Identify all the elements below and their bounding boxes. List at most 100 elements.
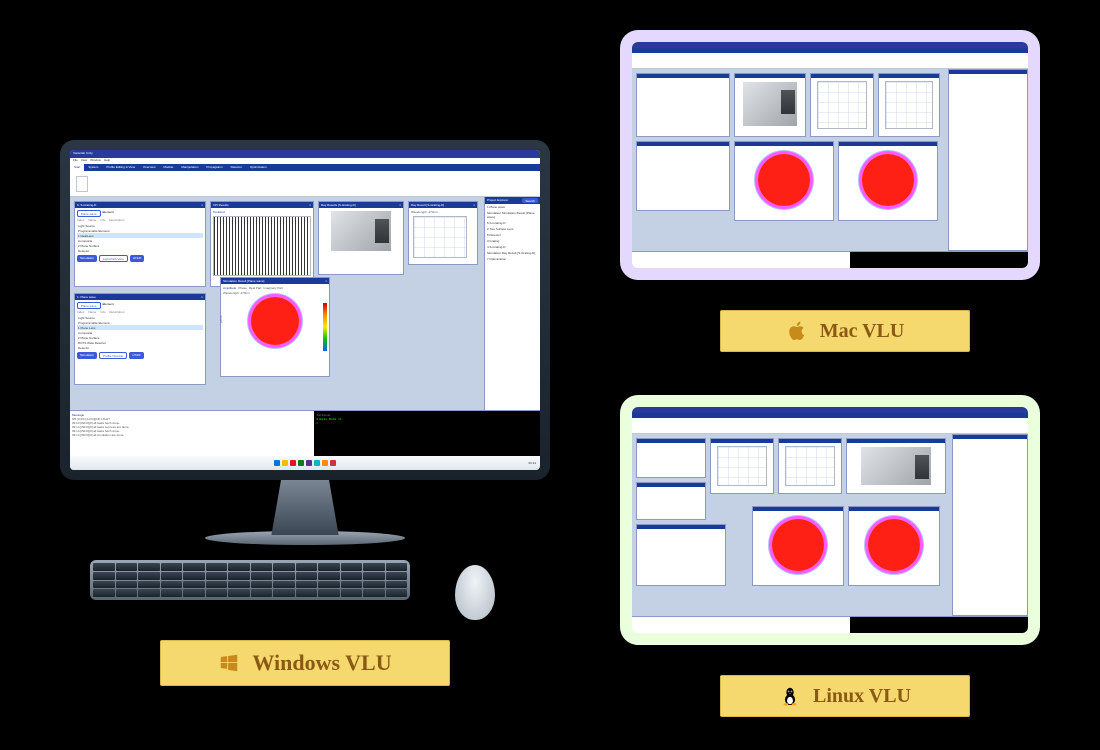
close-icon[interactable]: ×: [201, 203, 203, 207]
ribbon-tab-propagation[interactable]: Propagation: [202, 164, 226, 171]
ribbon-tab-module[interactable]: Module: [160, 164, 178, 171]
linux-panel: [636, 438, 706, 478]
mac-caption-label: Mac VLU: [820, 320, 905, 343]
simulation-button[interactable]: Simulation: [77, 255, 97, 262]
panel-vpi-title: VPI Results: [213, 203, 229, 207]
linux-project-explorer: [952, 434, 1028, 616]
ribbon-tab-manipulation[interactable]: Manipulation: [177, 164, 202, 171]
panel-vpi[interactable]: VPI Results× Toolwind Ray Region: [210, 201, 314, 287]
app-title: Visionlab Unity: [73, 151, 93, 155]
close-icon[interactable]: ×: [473, 203, 475, 207]
panel-planewave-title: 1: Plane wave: [77, 295, 96, 299]
mac-heatmap: [862, 154, 914, 206]
linux-caption-label: Linux VLU: [813, 685, 911, 708]
light-path-view-button[interactable]: Light Path View: [99, 255, 128, 262]
tab-element[interactable]: Element: [103, 302, 114, 309]
linux-ray-chart: [717, 446, 767, 486]
tab-phase[interactable]: Phase: [238, 286, 247, 290]
ribbon-new-icon[interactable]: [76, 176, 88, 192]
taskbar-icon[interactable]: [290, 460, 296, 466]
tree-row[interactable]: Detector: [77, 248, 203, 253]
linux-panel: [846, 438, 946, 494]
mac-panel: [838, 141, 938, 221]
panel-simresult[interactable]: Simulation Result [Plane wave]× Amplitud…: [220, 277, 330, 377]
taskbar-icon[interactable]: [306, 460, 312, 466]
htif-button[interactable]: HT&IF: [129, 352, 144, 359]
mac-3d-view: [743, 82, 797, 126]
htif-button[interactable]: HT&IF: [130, 255, 145, 262]
mac-panel: [734, 73, 806, 137]
monitor-bezel: Visionlab Unity File View Window Help St…: [60, 140, 550, 480]
mac-screenshot: [632, 42, 1028, 268]
mac-bottom: [632, 251, 1028, 268]
windows-monitor: Visionlab Unity File View Window Help St…: [60, 140, 550, 545]
close-icon[interactable]: ×: [399, 203, 401, 207]
linux-screenshot: [632, 407, 1028, 633]
tux-icon: [779, 685, 801, 707]
search-button[interactable]: Search: [522, 198, 538, 203]
ray-scatter-chart[interactable]: [413, 216, 467, 258]
windows-icon: [218, 652, 240, 674]
project-explorer-title: Project Explorer: [487, 198, 508, 203]
linux-card: [620, 395, 1040, 645]
simulation-button[interactable]: Simulation: [77, 352, 97, 359]
mac-heatmap: [758, 154, 810, 206]
app-ribbon[interactable]: Start System Profile Editing & View Over…: [70, 164, 540, 171]
linux-bottom: [632, 616, 1028, 633]
mac-panel: [636, 73, 730, 137]
log-line: 09:14 [INFO][0] all simulation are done.: [72, 433, 312, 437]
windows-caption[interactable]: Windows VLU: [160, 640, 450, 686]
ribbon-tab-detector[interactable]: Detector: [227, 164, 246, 171]
tab-amplitude[interactable]: Amplitude: [223, 286, 236, 290]
explorer-item[interactable]: 7.Optimization: [485, 256, 540, 262]
explorer-item[interactable]: Simulation.Simulation Result [Plane wave…: [485, 210, 540, 220]
ribbon-tab-overview[interactable]: Overview: [139, 164, 160, 171]
close-icon[interactable]: ×: [309, 203, 311, 207]
panel-grating[interactable]: 6: S-Grating-D× Plane wave Element Index…: [74, 201, 206, 287]
panel-rayresults[interactable]: Ray Results [S-Grating-D] ×: [318, 201, 404, 275]
windows-desktop: Visionlab Unity File View Window Help St…: [70, 150, 540, 470]
windows-taskbar[interactable]: 09:14: [70, 456, 540, 470]
mac-ray-chart: [885, 81, 933, 129]
app-titlebar[interactable]: Visionlab Unity: [70, 150, 540, 158]
tab-toolwind[interactable]: Toolwind: [213, 210, 311, 214]
monitor-stand: [245, 480, 365, 535]
taskbar-icon[interactable]: [322, 460, 328, 466]
mac-panel: [734, 141, 834, 221]
terminal-line: >: [316, 421, 538, 425]
linux-ray-chart: [785, 446, 835, 486]
close-icon[interactable]: ×: [325, 279, 327, 283]
mac-panel: [878, 73, 940, 137]
simulation-heatmap[interactable]: [251, 297, 299, 345]
ray-3d-view[interactable]: [331, 211, 391, 251]
taskbar-icon[interactable]: [274, 460, 280, 466]
close-icon[interactable]: ×: [201, 295, 203, 299]
mac-project-explorer: [948, 69, 1028, 251]
ribbon-tab-system[interactable]: System: [84, 164, 102, 171]
ribbon-tab-start[interactable]: Start: [70, 164, 84, 171]
panel-planewave[interactable]: 1: Plane wave× Plane wave Element Index …: [74, 293, 206, 385]
tab-element[interactable]: Element: [103, 210, 114, 217]
tab-plane-wave[interactable]: Plane wave: [77, 302, 101, 309]
linux-caption[interactable]: Linux VLU: [720, 675, 970, 717]
tab-imagpart[interactable]: Imaginary Part: [263, 286, 283, 290]
taskbar-icon[interactable]: [282, 460, 288, 466]
linux-panel: [778, 438, 842, 494]
tree-row[interactable]: Detector: [77, 345, 203, 350]
tab-plane-wave[interactable]: Plane wave: [77, 210, 101, 217]
panel-rayresult[interactable]: Ray Result [S-Grating-D]× Wavelength: 47…: [408, 201, 478, 265]
ribbon-tab-optimization[interactable]: Optimization: [246, 164, 271, 171]
panel-rayresults-title: Ray Results [S-Grating-D]: [321, 203, 356, 207]
panel-grating-title: 6: S-Grating-D: [77, 203, 96, 207]
taskbar-icon[interactable]: [330, 460, 336, 466]
mac-caption[interactable]: Mac VLU: [720, 310, 970, 352]
panel-rayresult-title: Ray Result [S-Grating-D]: [411, 203, 444, 207]
mac-ray-chart: [817, 81, 867, 129]
ribbon-tab-profile[interactable]: Profile Editing & View: [102, 164, 139, 171]
taskbar-icon[interactable]: [314, 460, 320, 466]
tab-realpart[interactable]: Real Part: [249, 286, 262, 290]
taskbar-icon[interactable]: [298, 460, 304, 466]
profile-operate-button[interactable]: Profile Operate: [99, 352, 127, 359]
project-explorer[interactable]: Project Explorer Search 1.Plane wave Sim…: [484, 197, 540, 410]
keyboard: [90, 560, 410, 600]
